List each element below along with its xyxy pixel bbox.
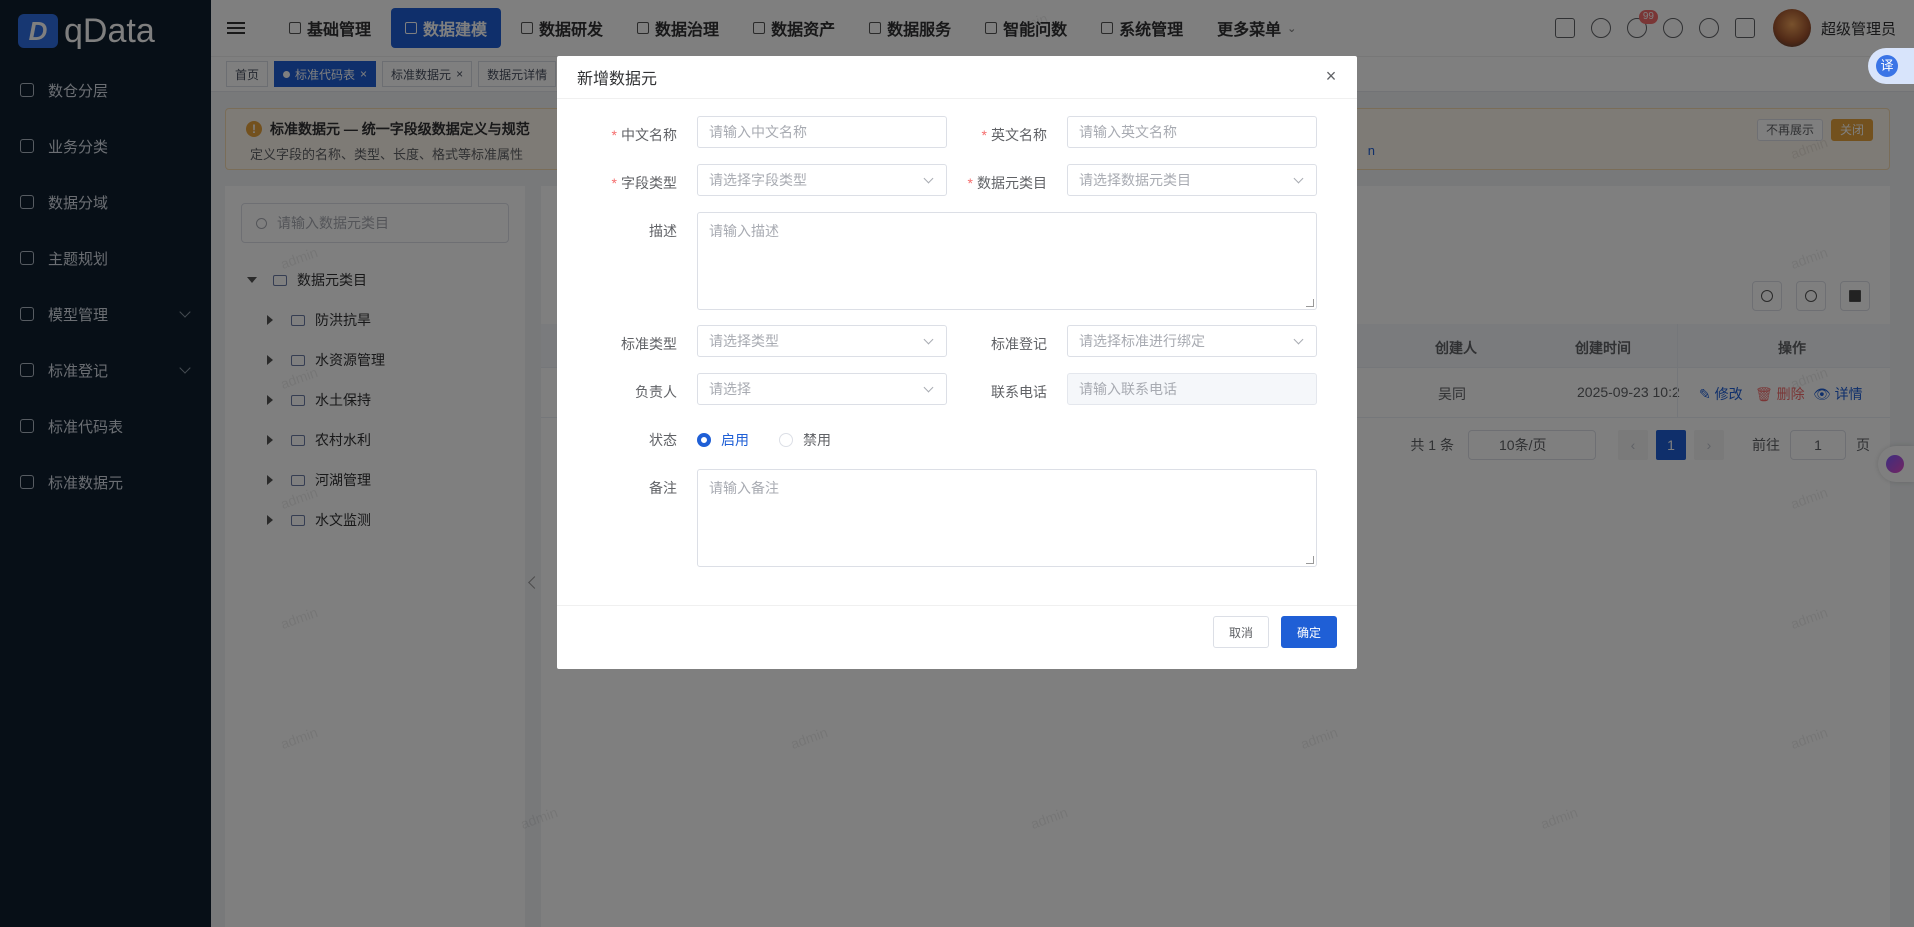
description-placeholder: 请输入描述 — [709, 223, 779, 239]
std-register-select[interactable]: 请选择标准进行绑定 — [1067, 325, 1317, 357]
translate-float-button[interactable]: 译 — [1868, 48, 1914, 84]
cn-name-label: * 中文名称 — [611, 127, 677, 143]
status-disabled-radio[interactable]: 禁用 — [779, 430, 831, 450]
radio-unchecked-icon — [779, 433, 793, 447]
owner-label: 负责人 — [635, 384, 677, 400]
std-type-label: 标准类型 — [621, 336, 677, 352]
phone-placeholder: 请输入联系电话 — [1079, 381, 1177, 397]
radio-checked-icon — [697, 433, 711, 447]
owner-select[interactable]: 请选择 — [697, 373, 947, 405]
resize-handle-icon[interactable] — [1306, 556, 1314, 564]
cn-name-placeholder: 请输入中文名称 — [709, 124, 807, 140]
status-label: 状态 — [649, 432, 677, 448]
field-type-label: * 字段类型 — [611, 175, 677, 191]
chevron-down-icon — [1293, 173, 1304, 184]
status-enabled-radio[interactable]: 启用 — [697, 430, 749, 450]
cancel-button[interactable]: 取消 — [1212, 616, 1269, 648]
en-name-label: * 英文名称 — [981, 127, 1047, 143]
std-register-label: 标准登记 — [991, 336, 1047, 352]
phone-input[interactable]: 请输入联系电话 — [1067, 373, 1317, 405]
remark-label: 备注 — [649, 480, 677, 496]
en-name-input[interactable]: 请输入英文名称 — [1067, 116, 1317, 148]
dialog-title: 新增数据元 — [577, 71, 658, 88]
translate-float-label: 译 — [1876, 55, 1898, 77]
field-type-select[interactable]: 请选择字段类型 — [697, 164, 947, 196]
add-data-element-dialog: 新增数据元 × * 中文名称 请输入中文名称 * 英文名称 请输入英文名称 * 字段类… — [557, 56, 1357, 669]
remark-placeholder: 请输入备注 — [709, 480, 779, 496]
owner-placeholder: 请选择 — [709, 381, 751, 397]
status-enabled-label: 启用 — [721, 432, 749, 448]
remark-textarea[interactable]: 请输入备注 — [697, 469, 1317, 567]
std-type-select[interactable]: 请选择类型 — [697, 325, 947, 357]
description-label: 描述 — [649, 223, 677, 239]
chevron-down-icon — [1293, 334, 1304, 345]
status-disabled-label: 禁用 — [803, 432, 831, 448]
category-label: * 数据元类目 — [967, 175, 1047, 191]
en-name-placeholder: 请输入英文名称 — [1079, 124, 1177, 140]
category-select[interactable]: 请选择数据元类目 — [1067, 164, 1317, 196]
close-icon[interactable]: × — [1323, 67, 1339, 85]
phone-label: 联系电话 — [991, 384, 1047, 400]
resize-handle-icon[interactable] — [1306, 299, 1314, 307]
field-type-placeholder: 请选择字段类型 — [709, 172, 807, 188]
category-placeholder: 请选择数据元类目 — [1079, 172, 1191, 188]
cn-name-input[interactable]: 请输入中文名称 — [697, 116, 947, 148]
std-type-placeholder: 请选择类型 — [709, 333, 779, 349]
std-register-placeholder: 请选择标准进行绑定 — [1079, 333, 1205, 349]
description-textarea[interactable]: 请输入描述 — [697, 212, 1317, 310]
confirm-button[interactable]: 确定 — [1280, 616, 1337, 648]
